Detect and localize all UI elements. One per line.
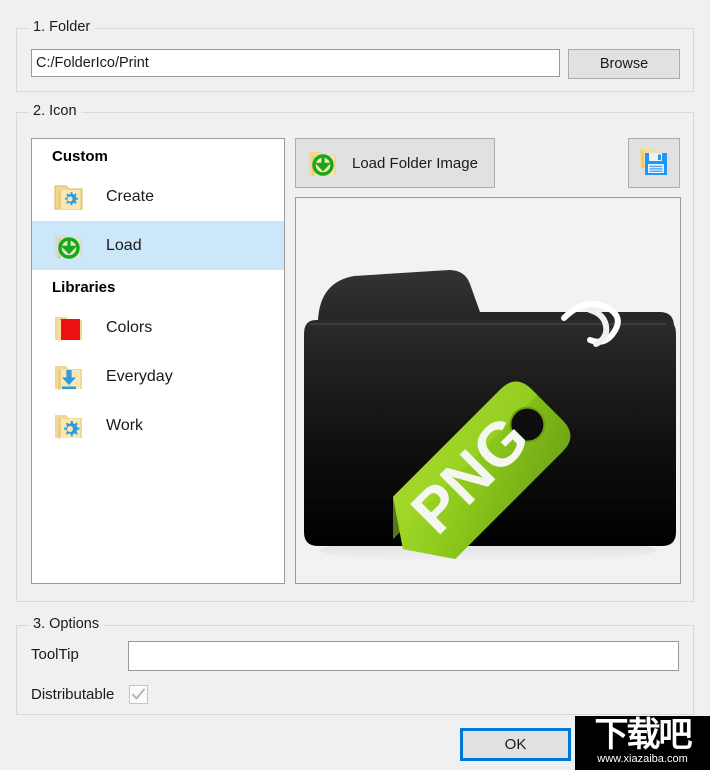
tooltip-label: ToolTip bbox=[31, 646, 79, 663]
list-item-colors[interactable]: Colors bbox=[32, 303, 284, 352]
folder-gear-icon bbox=[52, 180, 86, 214]
folder-gear-blue-icon bbox=[52, 409, 86, 443]
list-item-label: Work bbox=[106, 416, 144, 434]
distributable-label: Distributable bbox=[31, 686, 115, 703]
distributable-checkbox[interactable] bbox=[129, 685, 148, 704]
folder-download-icon bbox=[306, 146, 340, 180]
browse-button[interactable]: Browse bbox=[568, 49, 680, 79]
list-section-header-libraries: Libraries bbox=[52, 279, 116, 296]
list-item-create[interactable]: Create bbox=[32, 172, 284, 221]
load-folder-image-button[interactable]: Load Folder Image bbox=[295, 138, 495, 188]
list-item-label: Load bbox=[106, 236, 142, 254]
folder-group-title: 1. Folder bbox=[29, 19, 96, 35]
ok-button[interactable]: OK bbox=[460, 728, 571, 761]
list-item-everyday[interactable]: Everyday bbox=[32, 352, 284, 401]
list-item-load[interactable]: Load bbox=[32, 221, 284, 270]
save-button[interactable] bbox=[628, 138, 680, 188]
list-item-label: Colors bbox=[106, 318, 153, 336]
save-floppy-icon bbox=[637, 144, 671, 182]
site-watermark: 下载吧 www.xiazaiba.com bbox=[575, 716, 710, 770]
list-section-header-custom: Custom bbox=[52, 148, 108, 165]
folder-group: 1. Folder Browse bbox=[16, 19, 694, 92]
folder-red-icon bbox=[52, 311, 86, 345]
folder-arrow-icon bbox=[52, 360, 86, 394]
icon-group-title: 2. Icon bbox=[29, 103, 82, 119]
folder-download-icon bbox=[52, 229, 86, 263]
options-group: 3. Options ToolTip Distributable bbox=[16, 616, 694, 715]
watermark-cn-text: 下载吧 bbox=[594, 716, 693, 755]
folder-path-input[interactable] bbox=[31, 49, 560, 77]
black-folder-png-tag-preview: PNG bbox=[304, 270, 676, 562]
list-item-work[interactable]: Work bbox=[32, 401, 284, 450]
icon-group: 2. Icon Custom Create Load Libraries Col… bbox=[16, 103, 694, 602]
tooltip-input[interactable] bbox=[128, 641, 679, 671]
icon-source-list[interactable]: Custom Create Load Libraries Colors Ever… bbox=[31, 138, 285, 584]
icon-preview-panel: PNG bbox=[295, 197, 681, 584]
options-group-title: 3. Options bbox=[29, 616, 105, 632]
list-item-label: Create bbox=[106, 187, 155, 205]
load-folder-image-label: Load Folder Image bbox=[352, 154, 478, 172]
list-item-label: Everyday bbox=[106, 367, 173, 385]
checkmark-icon bbox=[132, 688, 145, 700]
